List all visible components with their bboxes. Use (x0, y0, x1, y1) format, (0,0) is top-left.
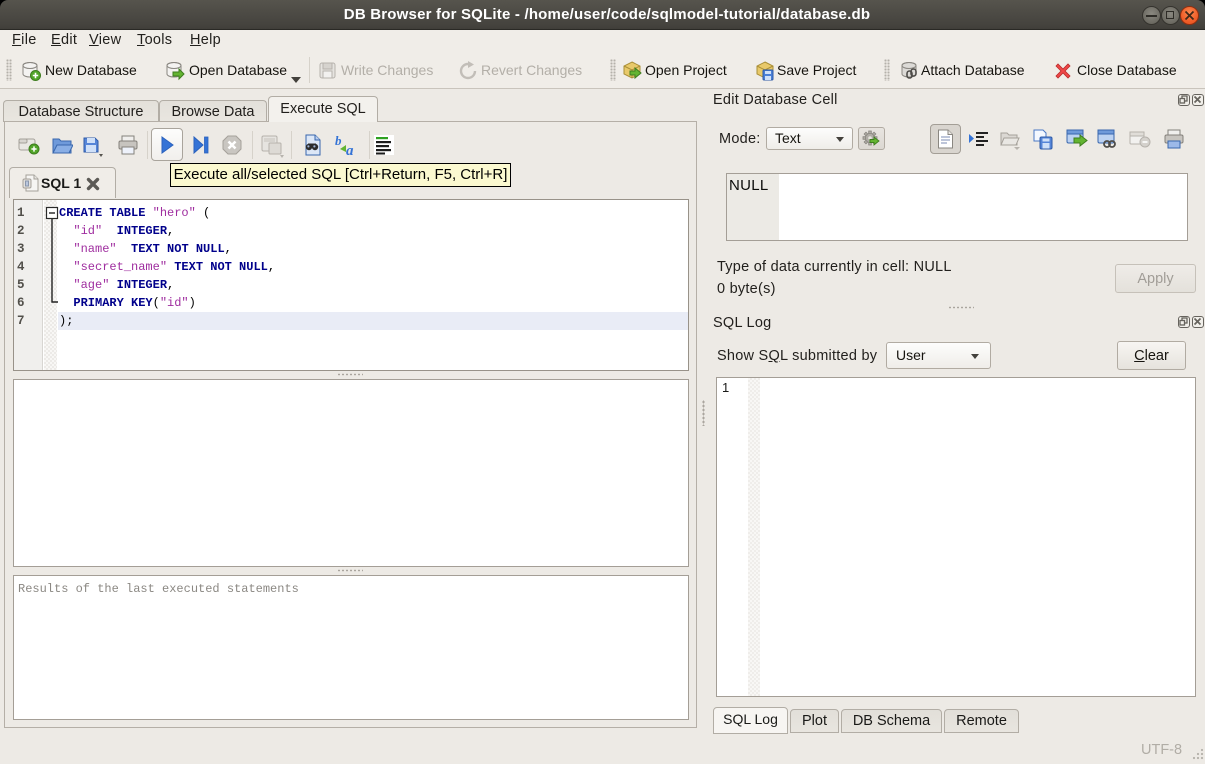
svg-text:a: a (346, 143, 354, 156)
svg-text:b: b (335, 134, 342, 148)
